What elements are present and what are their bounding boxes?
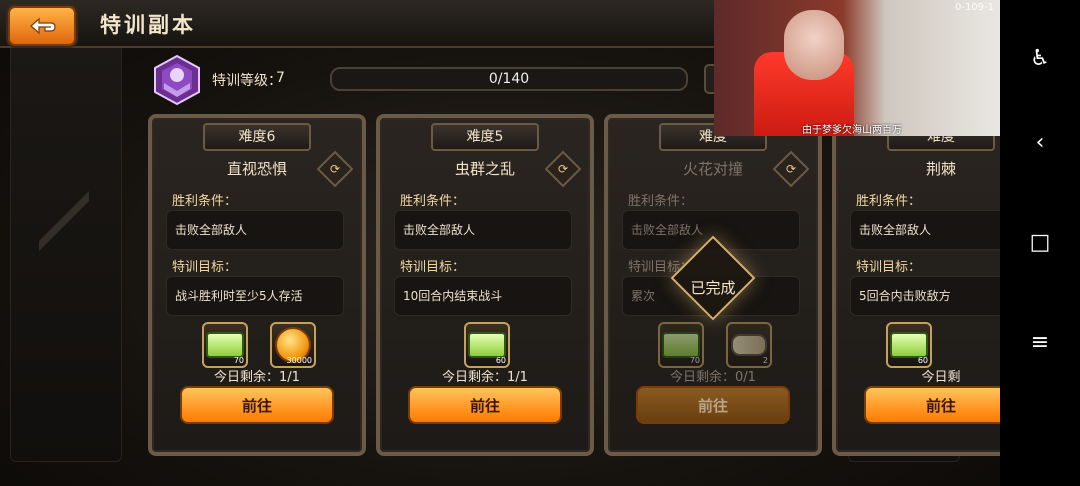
goal-box: 10回合内结束战斗 bbox=[394, 276, 572, 316]
game-screen: 特训副本 特训等级： 7 0/140 难度6 直视恐惧 ⟳ 胜利条件： 击败全部… bbox=[0, 0, 1000, 486]
goal-box: 5回合内击败敌方 bbox=[850, 276, 1000, 316]
reward-count: 2 bbox=[762, 356, 768, 365]
challenge-card: 难度6 直视恐惧 ⟳ 胜利条件： 击败全部敌人 特训目标： 战斗胜利时至少5人存… bbox=[148, 114, 366, 456]
remaining-attempts: 今日剩余：0/1 bbox=[670, 370, 756, 385]
remaining-attempts: 今日剩 bbox=[921, 370, 961, 385]
refresh-button[interactable]: ⟳ bbox=[544, 150, 582, 188]
accessibility-icon: ♿ bbox=[1030, 45, 1050, 71]
back-arrow-icon bbox=[30, 17, 56, 35]
challenge-card: 难度 荆棘 胜利条件： 击败全部敌人 特训目标： 5回合内击败敌方 60 今日剩… bbox=[832, 114, 1000, 456]
goal-text: 5回合内击败敌方 bbox=[859, 289, 951, 303]
victory-condition-label: 胜利条件： bbox=[172, 194, 238, 209]
victory-condition-label: 胜利条件： bbox=[856, 194, 922, 209]
home-square-icon: □ bbox=[1029, 229, 1051, 255]
refresh-button[interactable]: ⟳ bbox=[316, 150, 354, 188]
page-title: 特训副本 bbox=[100, 13, 196, 37]
accessibility-button[interactable]: ♿ bbox=[1000, 38, 1080, 78]
video-corner-text: 0-109-1 bbox=[954, 2, 994, 13]
victory-condition-text: 击败全部敌人 bbox=[175, 223, 248, 237]
refresh-icon: ⟳ bbox=[785, 162, 797, 176]
reward-ticket[interactable]: 70 bbox=[658, 322, 704, 368]
reward-ticket[interactable]: 60 bbox=[886, 322, 932, 368]
completed-status: 已完成 bbox=[690, 279, 736, 297]
victory-condition-label: 胜利条件： bbox=[628, 194, 694, 209]
capsule-icon bbox=[731, 334, 767, 356]
goal-label: 特训目标： bbox=[400, 260, 466, 275]
challenge-name: 荆棘 bbox=[925, 160, 956, 178]
ticket-icon bbox=[662, 332, 700, 358]
difficulty-label: 难度5 bbox=[431, 123, 539, 151]
victory-condition-text: 击败全部敌人 bbox=[859, 223, 932, 237]
rank-label: 特训等级： bbox=[212, 73, 282, 89]
refresh-button[interactable]: ⟳ bbox=[772, 150, 810, 188]
reward-ticket[interactable]: 60 bbox=[464, 322, 510, 368]
victory-condition-text: 击败全部敌人 bbox=[403, 223, 476, 237]
victory-condition-box: 击败全部敌人 bbox=[166, 210, 344, 250]
reward-coin[interactable]: 30000 bbox=[270, 322, 316, 368]
back-nav-button[interactable]: ‹ bbox=[1000, 122, 1080, 162]
go-button[interactable]: 前往 bbox=[408, 386, 562, 424]
ticket-icon bbox=[206, 332, 244, 358]
back-button[interactable] bbox=[8, 6, 76, 46]
goal-box: 战斗胜利时至少5人存活 bbox=[166, 276, 344, 316]
victory-condition-box: 击败全部敌人 bbox=[394, 210, 572, 250]
left-wall-panel bbox=[10, 40, 122, 462]
reward-capsule[interactable]: 2 bbox=[726, 322, 772, 368]
menu-lines-icon: ≡ bbox=[1030, 329, 1050, 355]
menu-nav-button[interactable]: ≡ bbox=[1000, 322, 1080, 362]
rank-value: 7 bbox=[276, 70, 285, 86]
ticket-icon bbox=[468, 332, 506, 358]
challenge-card: 难度5 虫群之乱 ⟳ 胜利条件： 击败全部敌人 特训目标： 10回合内结束战斗 … bbox=[376, 114, 594, 456]
ticket-icon bbox=[890, 332, 928, 358]
goal-label: 特训目标： bbox=[856, 260, 922, 275]
video-overlay[interactable]: 0-109-1 由于梦爹欠海山两百万 bbox=[714, 0, 1000, 136]
home-nav-button[interactable]: □ bbox=[1000, 222, 1080, 262]
rank-badge-icon bbox=[154, 54, 200, 106]
difficulty-label: 难度6 bbox=[203, 123, 311, 151]
go-button[interactable]: 前往 bbox=[864, 386, 1000, 424]
victory-condition-text: 击败全部敌人 bbox=[631, 223, 704, 237]
rank-progress-bar: 0/140 bbox=[330, 67, 688, 91]
back-triangle-icon: ‹ bbox=[1035, 129, 1045, 155]
system-nav-bar: ♿ ‹ □ ≡ bbox=[1000, 0, 1080, 486]
goal-label: 特训目标： bbox=[172, 260, 238, 275]
remaining-attempts: 今日剩余：1/1 bbox=[442, 370, 528, 385]
goal-text: 10回合内结束战斗 bbox=[403, 289, 503, 303]
victory-condition-label: 胜利条件： bbox=[400, 194, 466, 209]
rank-progress-text: 0/140 bbox=[488, 71, 530, 87]
go-button[interactable]: 前往 bbox=[636, 386, 790, 424]
goal-text: 战斗胜利时至少5人存活 bbox=[175, 289, 303, 303]
remaining-attempts: 今日剩余：1/1 bbox=[214, 370, 300, 385]
reward-count: 30000 bbox=[286, 356, 312, 365]
reward-count: 70 bbox=[233, 356, 244, 365]
challenge-card: 难度 火花对撞 ⟳ 胜利条件： 击败全部敌人 特训目标： 累次 已完成 70 2… bbox=[604, 114, 822, 456]
reward-count: 60 bbox=[917, 356, 928, 365]
video-caption: 由于梦爹欠海山两百万 bbox=[802, 125, 902, 136]
refresh-icon: ⟳ bbox=[557, 162, 569, 176]
go-button[interactable]: 前往 bbox=[180, 386, 334, 424]
reward-count: 60 bbox=[495, 356, 506, 365]
reward-ticket[interactable]: 70 bbox=[202, 322, 248, 368]
refresh-icon: ⟳ bbox=[329, 162, 341, 176]
video-person-head bbox=[784, 10, 844, 80]
victory-condition-box: 击败全部敌人 bbox=[850, 210, 1000, 250]
reward-count: 70 bbox=[689, 356, 700, 365]
